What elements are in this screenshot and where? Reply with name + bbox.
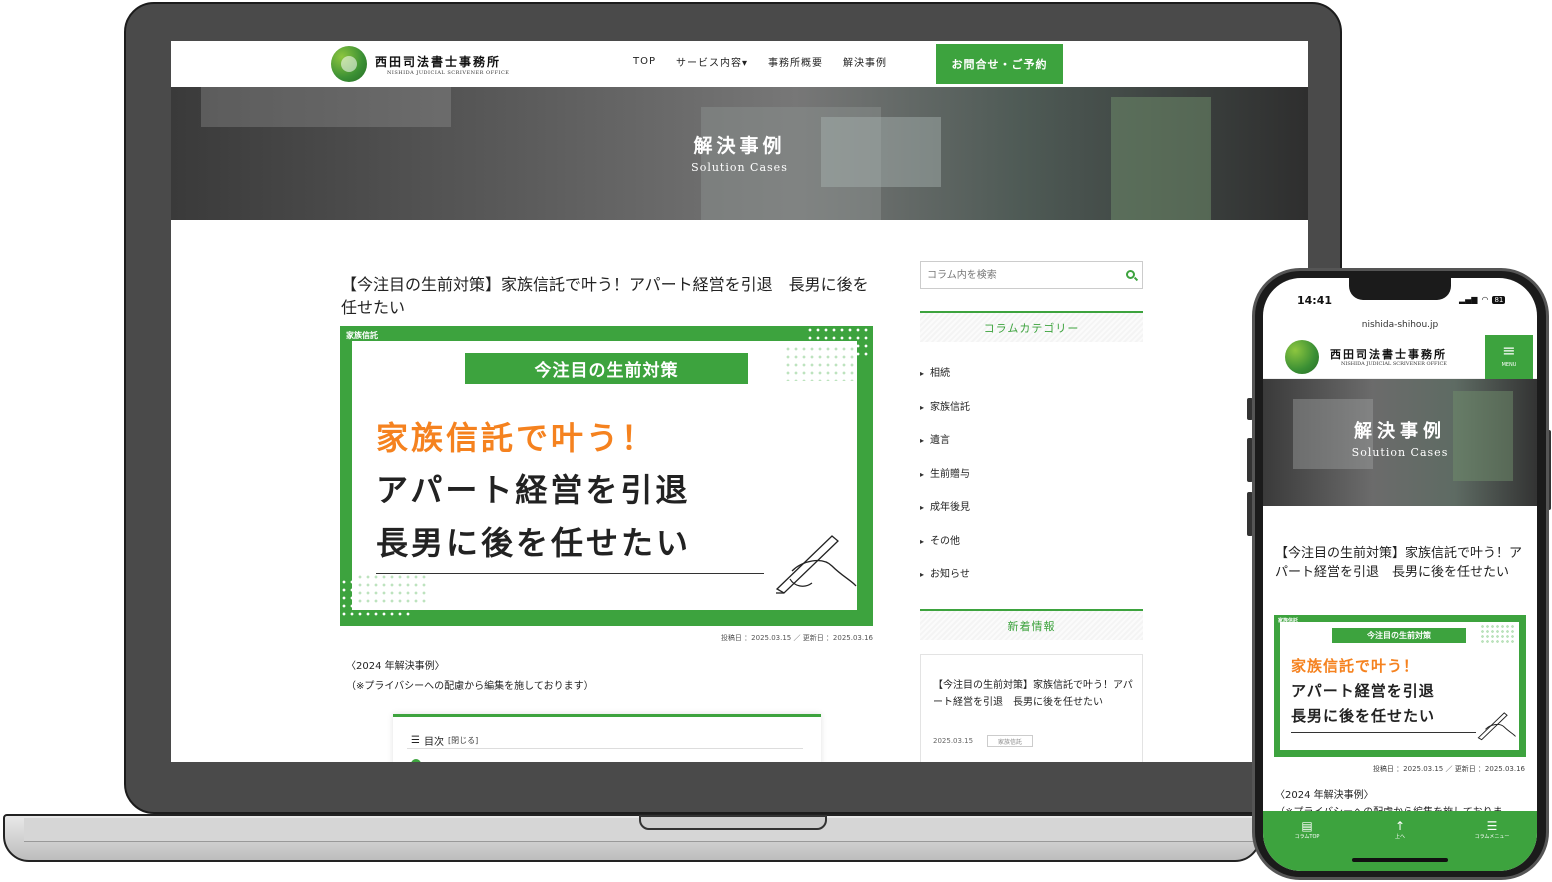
eyecatch-headline-2: アパート経営を引退	[376, 471, 691, 509]
site-header: 西田司法書士事務所 NISHIDA JUDICIAL SCRIVENER OFF…	[171, 41, 1308, 87]
hero-banner: 解決事例 Solution Cases	[171, 87, 1308, 220]
status-icons: ▂▄▆ ◠ 81	[1459, 295, 1506, 304]
category-item-guardianship[interactable]: 成年後見	[920, 498, 970, 513]
logo-name[interactable]: 西田司法書士事務所	[1330, 346, 1447, 362]
intro-privacy-note: （※プライバシーへの配慮から編集を施しております）	[346, 681, 594, 692]
menu-label: MENU	[1501, 362, 1517, 368]
logo-mark-icon	[331, 46, 367, 82]
toc-toggle-link[interactable]: [閉じる]	[448, 735, 478, 746]
writing-hand-icon	[1477, 712, 1516, 741]
intro-year: 〈2024 年解決事例〉	[346, 661, 445, 672]
search-icon[interactable]	[1126, 270, 1135, 279]
page-subtitle: Solution Cases	[691, 161, 788, 174]
home-indicator	[1352, 858, 1448, 862]
page-subtitle: Solution Cases	[1351, 446, 1449, 459]
eyecatch-headline-1: 家族信託で叶う！	[376, 419, 657, 457]
nav-item-services[interactable]: サービス内容▾	[666, 54, 758, 69]
category-item-will[interactable]: 遺言	[920, 431, 950, 446]
list-icon: ☰	[411, 735, 420, 746]
bottom-nav-column-top[interactable]: ▤ コラムTOP	[1277, 819, 1337, 840]
article-title: 【今注目の生前対策】家族信託で叶う！アパート経営を引退 長男に後を任せたい	[341, 275, 869, 317]
phone-screen: 14:41 ▂▄▆ ◠ 81 nishida-shihou.jp 西田司法書士事…	[1263, 278, 1537, 871]
new-post-category-badge[interactable]: 家族信託	[987, 735, 1033, 747]
column-search-box	[920, 261, 1143, 289]
page-title: 解決事例	[1354, 421, 1446, 442]
signal-icon: ▂▄▆	[1459, 295, 1478, 304]
new-post-card[interactable]: 【今注目の生前対策】家族信託で叶う！アパート経営を引退 長男に後を任せたい 20…	[920, 654, 1143, 762]
nav-item-cases[interactable]: 解決事例	[833, 54, 897, 69]
article-eyecatch-image: 家族信託 今注目の生前対策 家族信託で叶う！ アパート経営を引退 長男に後を任せ…	[340, 326, 873, 626]
category-item-other[interactable]: その他	[920, 532, 960, 547]
eyecatch-band: 今注目の生前対策	[1332, 628, 1466, 643]
menu-button[interactable]: ≡ MENU	[1485, 335, 1533, 379]
eyecatch-band: 今注目の生前対策	[465, 353, 748, 384]
wifi-icon: ◠	[1481, 295, 1489, 304]
global-nav: TOP サービス内容▾ 事務所概要 解決事例	[623, 54, 897, 69]
mobile-hero-banner: 解決事例 Solution Cases	[1263, 379, 1537, 506]
bottom-nav-column-menu[interactable]: ☰ コラムメニュー	[1462, 819, 1522, 840]
logo-mark-icon[interactable]	[1285, 340, 1319, 374]
site-logo[interactable]: 西田司法書士事務所 NISHIDA JUDICIAL SCRIVENER OFF…	[331, 46, 509, 82]
eyecatch-headline-3: 長男に後を任せたい	[1291, 707, 1436, 725]
laptop-trackpad-notch	[639, 815, 827, 830]
category-item-inheritance[interactable]: 相続	[920, 364, 950, 379]
phone-notch	[1349, 278, 1451, 300]
article-eyecatch-image: 家族信託 今注目の生前対策 家族信託で叶う！ アパート経営を引退 長男に後を任せ…	[1274, 615, 1526, 757]
menu-list-icon: ☰	[1486, 819, 1498, 833]
category-item-family-trust[interactable]: 家族信託	[920, 398, 970, 413]
post-dates: 投稿日 ：2025.03.15 ／ 更新日 ：2025.03.16	[720, 634, 873, 642]
eyecatch-headline-1: 家族信託で叶う！	[1291, 657, 1420, 675]
article-title: 【今注目の生前対策】家族信託で叶う！アパート経営を引退 長男に後を任せたい	[1275, 546, 1523, 580]
arrow-up-icon: ↑	[1394, 819, 1406, 833]
status-time: 14:41	[1297, 294, 1333, 307]
nav-item-top[interactable]: TOP	[623, 56, 666, 67]
column-category-heading: コラムカテゴリー	[920, 311, 1143, 342]
logo-name: 西田司法書士事務所	[375, 54, 502, 69]
bottom-nav-bar: ▤ コラムTOP ↑ 上へ ☰ コラムメニュー	[1263, 811, 1537, 871]
post-dates: 投稿日 ：2025.03.15 ／ 更新日 ：2025.03.16	[1372, 765, 1525, 773]
bottom-nav-scroll-top[interactable]: ↑ 上へ	[1370, 819, 1430, 840]
writing-hand-icon	[775, 535, 857, 594]
logo-subtitle: NISHIDA JUDICIAL SCRIVENER OFFICE	[1341, 361, 1447, 367]
logo-subtitle: NISHIDA JUDICIAL SCRIVENER OFFICE	[387, 69, 510, 76]
address-bar-url[interactable]: nishida-shihou.jp	[1263, 320, 1537, 330]
eyecatch-headline-3: 長男に後を任せたい	[376, 524, 692, 562]
hamburger-icon: ≡	[1502, 341, 1516, 360]
new-posts-heading: 新着情報	[920, 609, 1143, 640]
laptop-screen: 西田司法書士事務所 NISHIDA JUDICIAL SCRIVENER OFF…	[171, 41, 1308, 762]
page-title: 解決事例	[693, 135, 786, 157]
eyecatch-headline-2: アパート経営を引退	[1291, 682, 1435, 700]
toc-label: 目次	[423, 737, 444, 748]
battery-icon: 81	[1492, 295, 1506, 304]
table-of-contents: ☰ 目次 [閉じる]	[393, 714, 821, 762]
mobile-header: 西田司法書士事務所 NISHIDA JUDICIAL SCRIVENER OFF…	[1263, 335, 1537, 379]
nav-item-office[interactable]: 事務所概要	[758, 54, 833, 69]
category-item-gift[interactable]: 生前贈与	[920, 465, 970, 480]
book-icon: ▤	[1301, 819, 1313, 833]
new-post-date: 2025.03.15	[933, 737, 974, 745]
category-item-news[interactable]: お知らせ	[920, 565, 970, 580]
eyecatch-category-tag: 家族信託	[346, 331, 378, 340]
new-post-title[interactable]: 【今注目の生前対策】家族信託で叶う！アパート経営を引退 長男に後を任せたい	[933, 677, 1133, 711]
contact-button[interactable]: お問合せ・ご予約	[936, 44, 1063, 84]
search-input[interactable]	[927, 268, 1117, 283]
toc-bullet	[411, 759, 421, 762]
intro-year: 〈2024 年解決事例〉	[1275, 790, 1374, 801]
